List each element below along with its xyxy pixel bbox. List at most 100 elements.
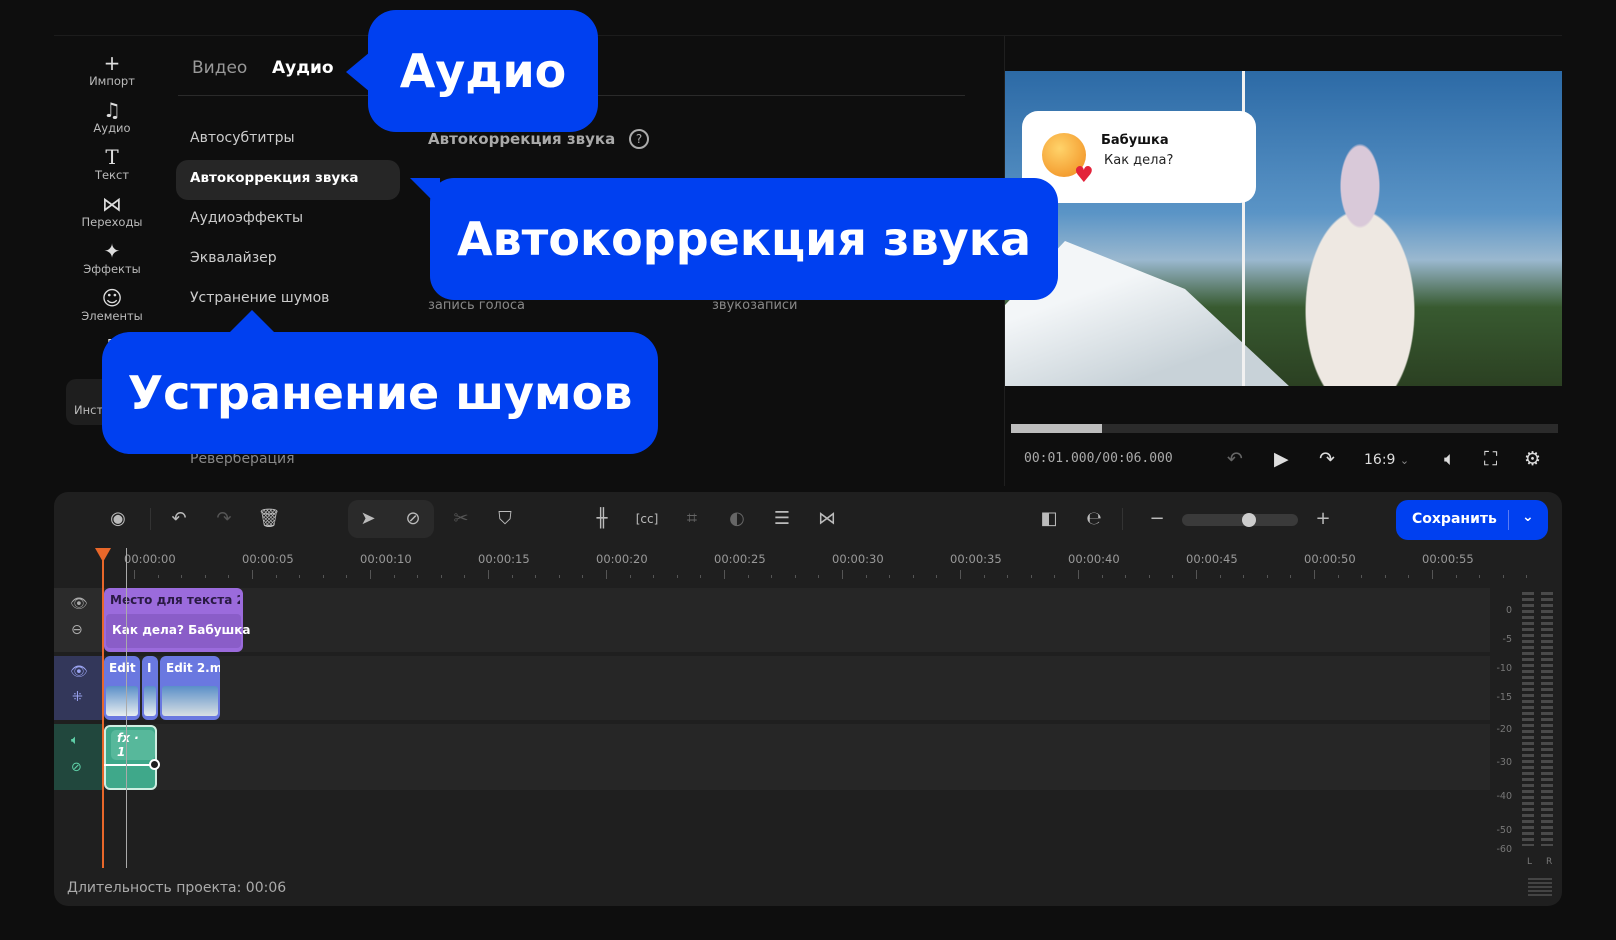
ruler-tick xyxy=(204,575,206,578)
volume-handle[interactable] xyxy=(149,759,160,770)
ruler-tick xyxy=(181,575,183,578)
ruler-tick xyxy=(417,575,419,578)
preview-progress[interactable] xyxy=(1011,424,1558,433)
meter-grid-icon[interactable] xyxy=(1528,878,1552,898)
redo-icon[interactable]: ↷ xyxy=(209,508,239,529)
playhead-handle-icon[interactable] xyxy=(95,548,111,562)
callout-arrow xyxy=(228,310,276,334)
split-icon[interactable]: ⁜ xyxy=(72,690,83,705)
ruler-tick xyxy=(1455,575,1457,578)
speaker-icon[interactable]: 🔈︎ xyxy=(71,733,79,748)
plus-icon: + xyxy=(103,51,121,75)
undo-step-icon[interactable]: ↶ xyxy=(1227,448,1243,470)
option-voice[interactable]: запись голоса xyxy=(428,298,525,313)
ruler-tick xyxy=(252,570,253,579)
sidebar-item-effects[interactable]: ✦ Эффекты xyxy=(64,240,160,276)
sidebar-item-import[interactable]: + Импорт xyxy=(64,52,160,88)
fullscreen-icon[interactable]: ⛶ xyxy=(1484,448,1497,470)
ruler-tick xyxy=(1054,575,1056,578)
ruler-tick xyxy=(464,575,466,578)
eye-icon[interactable]: 👁︎ xyxy=(70,664,88,680)
menu-autosubtitles[interactable]: Автосубтитры xyxy=(190,130,295,146)
transition-add-icon[interactable]: ⋈ xyxy=(812,508,842,529)
chevron-down-icon: ⌄ xyxy=(1399,454,1410,467)
ruler-label: 00:00:45 xyxy=(1186,552,1238,566)
text-track-header: 👁︎ ⊖ xyxy=(54,588,102,652)
sidebar-item-audio[interactable]: ♫ Аудио xyxy=(64,99,160,135)
separator xyxy=(1122,508,1123,530)
volume-icon[interactable]: 🔈︎ xyxy=(1444,448,1455,470)
redo-step-icon[interactable]: ↷ xyxy=(1319,448,1335,470)
callout-autocorrect: Автокоррекция звука xyxy=(430,178,1058,300)
fx-badge: fx · 1 xyxy=(111,730,155,760)
ruler-tick xyxy=(1219,575,1221,578)
ruler-tick xyxy=(582,575,584,578)
sidebar-item-transitions[interactable]: ⋈ Переходы xyxy=(64,193,160,229)
trash-icon[interactable]: 🗑︎ xyxy=(254,508,284,529)
meter-left-label: L xyxy=(1527,857,1533,867)
marker-icon[interactable]: ⛉ xyxy=(490,508,520,529)
audio-detach-icon[interactable]: ◧ xyxy=(1034,508,1064,529)
record-icon[interactable]: ◉ xyxy=(103,508,133,529)
ruler-tick xyxy=(700,575,702,578)
playhead[interactable] xyxy=(102,548,104,868)
unlink-icon[interactable]: ⊘ xyxy=(71,760,82,775)
audio-clip[interactable]: fx · 1 xyxy=(104,725,160,790)
thumbnail xyxy=(144,686,156,716)
text-clip-title: Место для текста 284 xyxy=(110,593,240,607)
scissors-icon[interactable]: ✂ xyxy=(446,508,476,529)
video-clip[interactable]: Edit 2.m xyxy=(160,656,220,720)
ruler-tick xyxy=(488,570,489,579)
zoom-slider[interactable] xyxy=(1182,513,1298,527)
ruler-tick xyxy=(889,575,891,578)
ruler-tick xyxy=(1502,575,1504,578)
video-clip[interactable]: I xyxy=(142,656,158,720)
subtitles-cc-icon[interactable]: [cc] xyxy=(632,512,662,526)
chat-bubble: ♥ Бабушка Как дела? xyxy=(1022,111,1256,203)
menu-noise-reduction[interactable]: Устранение шумов xyxy=(190,290,329,306)
eraser-icon[interactable]: ⊘ xyxy=(398,508,428,529)
text-clip[interactable]: Место для текста 284 Как дела? Бабушка xyxy=(104,588,251,652)
menu-autocorrect[interactable]: Автокоррекция звука xyxy=(190,170,358,186)
color-icon[interactable]: ◐ xyxy=(722,508,752,529)
ruler-tick xyxy=(511,575,513,578)
video-clip-label: I xyxy=(147,661,152,675)
eye-icon[interactable]: 👁︎ xyxy=(70,596,88,612)
adjust-sliders-icon[interactable]: ☰ xyxy=(767,508,797,529)
meter-label: 0 xyxy=(1505,605,1512,616)
sidebar-item-elements[interactable]: ☺ Элементы xyxy=(64,287,160,323)
ruler-tick xyxy=(299,575,301,578)
audio-split-icon[interactable]: ╫ xyxy=(587,508,617,529)
ruler-tick xyxy=(983,575,985,578)
magnet-icon[interactable]: ℮ xyxy=(1079,508,1109,529)
ruler-tick xyxy=(1266,575,1268,578)
zoom-in-icon[interactable]: + xyxy=(1308,508,1338,529)
save-button[interactable]: Сохранить ⌄ xyxy=(1396,500,1548,540)
sidebar-item-text[interactable]: T Текст xyxy=(64,146,160,182)
play-icon[interactable]: ▶ xyxy=(1274,448,1289,470)
tab-audio[interactable]: Аудио xyxy=(272,58,334,78)
thumbnail xyxy=(162,686,218,716)
undo-icon[interactable]: ↶ xyxy=(164,508,194,529)
ruler-tick xyxy=(1172,575,1174,578)
aspect-select[interactable]: 16:9 ⌄ xyxy=(1364,452,1409,468)
save-label: Сохранить xyxy=(1412,511,1497,527)
link-icon[interactable]: ⊖ xyxy=(71,622,83,638)
select-pointer-icon[interactable]: ➤ xyxy=(353,508,383,529)
zoom-slider-knob[interactable] xyxy=(1242,513,1256,527)
settings-gear-icon[interactable]: ⚙ xyxy=(1524,448,1541,470)
video-clip[interactable]: Edit xyxy=(104,656,140,720)
chevron-down-icon[interactable]: ⌄ xyxy=(1522,509,1534,525)
tab-video[interactable]: Видео xyxy=(192,58,247,78)
meter-label: -40 xyxy=(1496,791,1512,802)
bubble-name: Бабушка xyxy=(1101,133,1169,148)
option-recording[interactable]: звукозаписи xyxy=(712,298,798,313)
menu-equalizer[interactable]: Эквалайзер xyxy=(190,250,277,266)
help-icon[interactable]: ? xyxy=(629,129,649,149)
menu-audio-effects[interactable]: Аудиоэффекты xyxy=(190,210,303,226)
video-preview[interactable]: ♥ Бабушка Как дела? xyxy=(1005,71,1562,386)
crop-icon[interactable]: ⌗ xyxy=(677,508,707,529)
ruler-tick xyxy=(1432,570,1433,579)
time-readout: 00:01.000/00:06.000 xyxy=(1024,451,1173,466)
zoom-out-icon[interactable]: − xyxy=(1142,508,1172,529)
